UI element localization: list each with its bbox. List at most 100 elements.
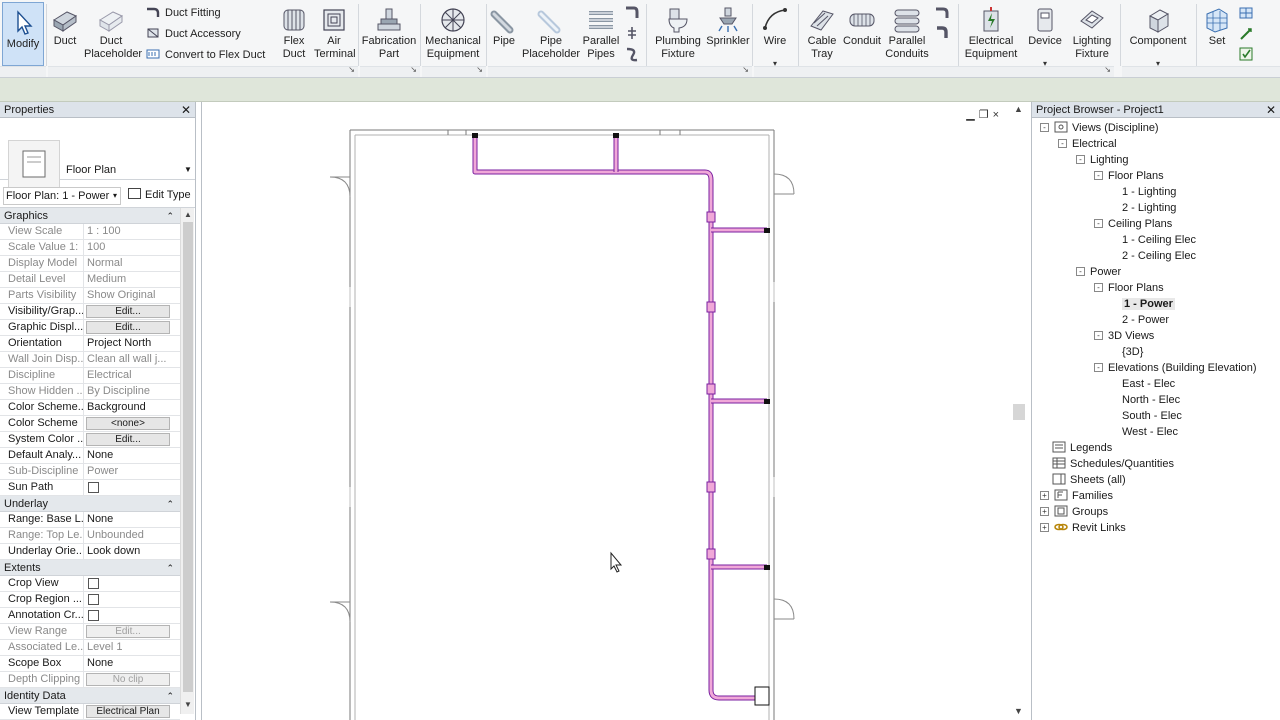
- cable-tray-fitting-icon[interactable]: [934, 4, 950, 20]
- flex-pipe-icon[interactable]: [624, 46, 640, 62]
- collapse-icon[interactable]: -: [1094, 363, 1103, 372]
- duct-accessory-button[interactable]: Duct Accessory: [146, 27, 241, 40]
- property-edit-button[interactable]: Edit...: [86, 625, 170, 638]
- property-value[interactable]: Project North: [84, 336, 180, 351]
- expand-icon[interactable]: +: [1040, 507, 1049, 516]
- edit-type-button[interactable]: Edit Type: [128, 187, 191, 203]
- group-graphics[interactable]: Graphics ⌃: [0, 208, 180, 224]
- conduit-fitting-icon[interactable]: [934, 25, 950, 41]
- scroll-thumb[interactable]: [1013, 404, 1025, 420]
- property-row[interactable]: Scale Value 1: 100: [0, 240, 180, 256]
- drawing-view[interactable]: ▁❐×: [201, 102, 1027, 720]
- property-value[interactable]: None: [84, 512, 180, 527]
- tree-item[interactable]: - Lighting: [1076, 152, 1129, 168]
- tree-item[interactable]: - Views (Discipline): [1040, 120, 1159, 136]
- property-row[interactable]: Underlay Orie... Look down: [0, 544, 180, 560]
- tree-item[interactable]: - Ceiling Plans: [1094, 216, 1172, 232]
- close-icon[interactable]: ✕: [1266, 102, 1276, 118]
- collapse-icon[interactable]: -: [1076, 267, 1085, 276]
- tree-item[interactable]: {3D}: [1122, 344, 1143, 360]
- property-edit-button[interactable]: Electrical Plan: [86, 705, 170, 718]
- ref-plane-icon[interactable]: [1238, 26, 1254, 42]
- collapse-icon[interactable]: -: [1040, 123, 1049, 132]
- parallel-pipes-button[interactable]: Parallel Pipes: [582, 0, 620, 66]
- property-row[interactable]: Depth Clipping No clip: [0, 672, 180, 688]
- mechanical-equipment-button[interactable]: Mechanical Equipment: [422, 0, 484, 66]
- tree-item[interactable]: 1 - Ceiling Elec: [1122, 232, 1196, 248]
- properties-scrollbar[interactable]: ▲ ▼: [180, 208, 194, 714]
- property-row[interactable]: Sun Path: [0, 480, 180, 496]
- conduit-button[interactable]: Conduit: [842, 0, 882, 66]
- plumbing-fixture-button[interactable]: Plumbing Fixture: [650, 0, 706, 66]
- property-edit-button[interactable]: Edit...: [86, 305, 170, 318]
- scroll-thumb[interactable]: [183, 222, 193, 692]
- property-row[interactable]: Wall Join Disp... Clean all wall j...: [0, 352, 180, 368]
- tree-item[interactable]: East - Elec: [1122, 376, 1175, 392]
- scroll-up-icon[interactable]: ▲: [1014, 104, 1023, 114]
- property-row[interactable]: Scope Box None: [0, 656, 180, 672]
- property-row[interactable]: Display Model Normal: [0, 256, 180, 272]
- cable-tray-button[interactable]: Cable Tray: [802, 0, 842, 66]
- property-edit-button[interactable]: No clip: [86, 673, 170, 686]
- type-selector[interactable]: Floor Plan ▼: [0, 118, 195, 188]
- collapse-icon[interactable]: -: [1058, 139, 1067, 148]
- tree-item[interactable]: 1 - Lighting: [1122, 184, 1176, 200]
- viewer-icon[interactable]: [1238, 46, 1254, 62]
- property-row[interactable]: Color Scheme <none>: [0, 416, 180, 432]
- property-row[interactable]: View Range Edit...: [0, 624, 180, 640]
- duct-button[interactable]: Duct: [48, 0, 82, 66]
- wire-button[interactable]: Wire ▾: [756, 0, 794, 68]
- property-edit-button[interactable]: Edit...: [86, 433, 170, 446]
- property-row[interactable]: Annotation Cr...: [0, 608, 180, 624]
- property-row[interactable]: Show Hidden ... By Discipline: [0, 384, 180, 400]
- tree-item[interactable]: -3D Views: [1094, 328, 1154, 344]
- collapse-icon[interactable]: -: [1094, 219, 1103, 228]
- scroll-down-icon[interactable]: ▼: [184, 700, 192, 709]
- property-row[interactable]: Discipline Electrical: [0, 368, 180, 384]
- property-value[interactable]: Medium: [84, 272, 180, 287]
- group-identity-data[interactable]: Identity Data ⌃: [0, 688, 180, 704]
- tree-item[interactable]: - Electrical: [1058, 136, 1117, 152]
- component-button[interactable]: Component ▾: [1124, 0, 1192, 68]
- pipe-fitting-icon[interactable]: [624, 4, 640, 20]
- property-row[interactable]: Range: Base L... None: [0, 512, 180, 528]
- tree-item[interactable]: South - Elec: [1122, 408, 1182, 424]
- electrical-equipment-button[interactable]: Electrical Equipment: [962, 0, 1020, 66]
- property-row[interactable]: View Scale 1 : 100: [0, 224, 180, 240]
- tree-item[interactable]: Legends: [1052, 440, 1112, 456]
- close-icon[interactable]: ✕: [181, 102, 191, 118]
- tree-item[interactable]: + Revit Links: [1040, 520, 1126, 536]
- property-edit-button[interactable]: Edit...: [86, 321, 170, 334]
- show-workplane-icon[interactable]: [1238, 5, 1254, 21]
- expand-icon[interactable]: +: [1040, 491, 1049, 500]
- property-value[interactable]: Look down: [84, 544, 180, 559]
- property-row[interactable]: Sub-Discipline Power: [0, 464, 180, 480]
- flex-duct-button[interactable]: Flex Duct: [276, 0, 312, 66]
- property-value[interactable]: Level 1: [84, 640, 180, 655]
- property-row[interactable]: Graphic Displ... Edit...: [0, 320, 180, 336]
- pipe-button[interactable]: Pipe: [488, 0, 520, 66]
- group-extents[interactable]: Extents ⌃: [0, 560, 180, 576]
- tree-item[interactable]: + Families: [1040, 488, 1113, 504]
- property-edit-button[interactable]: <none>: [86, 417, 170, 430]
- property-row[interactable]: Default Analy... None: [0, 448, 180, 464]
- instance-filter-select[interactable]: Floor Plan: 1 - Power ▾: [3, 187, 121, 205]
- tree-item[interactable]: - Power: [1076, 264, 1121, 280]
- property-value[interactable]: Power: [84, 464, 180, 479]
- tree-item[interactable]: North - Elec: [1122, 392, 1180, 408]
- property-value[interactable]: Background: [84, 400, 180, 415]
- group-underlay[interactable]: Underlay ⌃: [0, 496, 180, 512]
- tree-item[interactable]: West - Elec: [1122, 424, 1178, 440]
- parallel-conduits-button[interactable]: Parallel Conduits: [882, 0, 932, 66]
- property-row[interactable]: Visibility/Grap... Edit...: [0, 304, 180, 320]
- property-row[interactable]: Orientation Project North: [0, 336, 180, 352]
- fabrication-part-button[interactable]: Fabrication Part: [360, 0, 418, 66]
- property-row[interactable]: Crop Region ...: [0, 592, 180, 608]
- collapse-icon[interactable]: -: [1094, 283, 1103, 292]
- tree-item[interactable]: Schedules/Quantities: [1052, 456, 1174, 472]
- property-row[interactable]: Parts Visibility Show Original: [0, 288, 180, 304]
- property-value[interactable]: Clean all wall j...: [84, 352, 180, 367]
- tree-item[interactable]: 2 - Power: [1122, 312, 1169, 328]
- property-value[interactable]: By Discipline: [84, 384, 180, 399]
- tree-item[interactable]: - Floor Plans: [1094, 280, 1164, 296]
